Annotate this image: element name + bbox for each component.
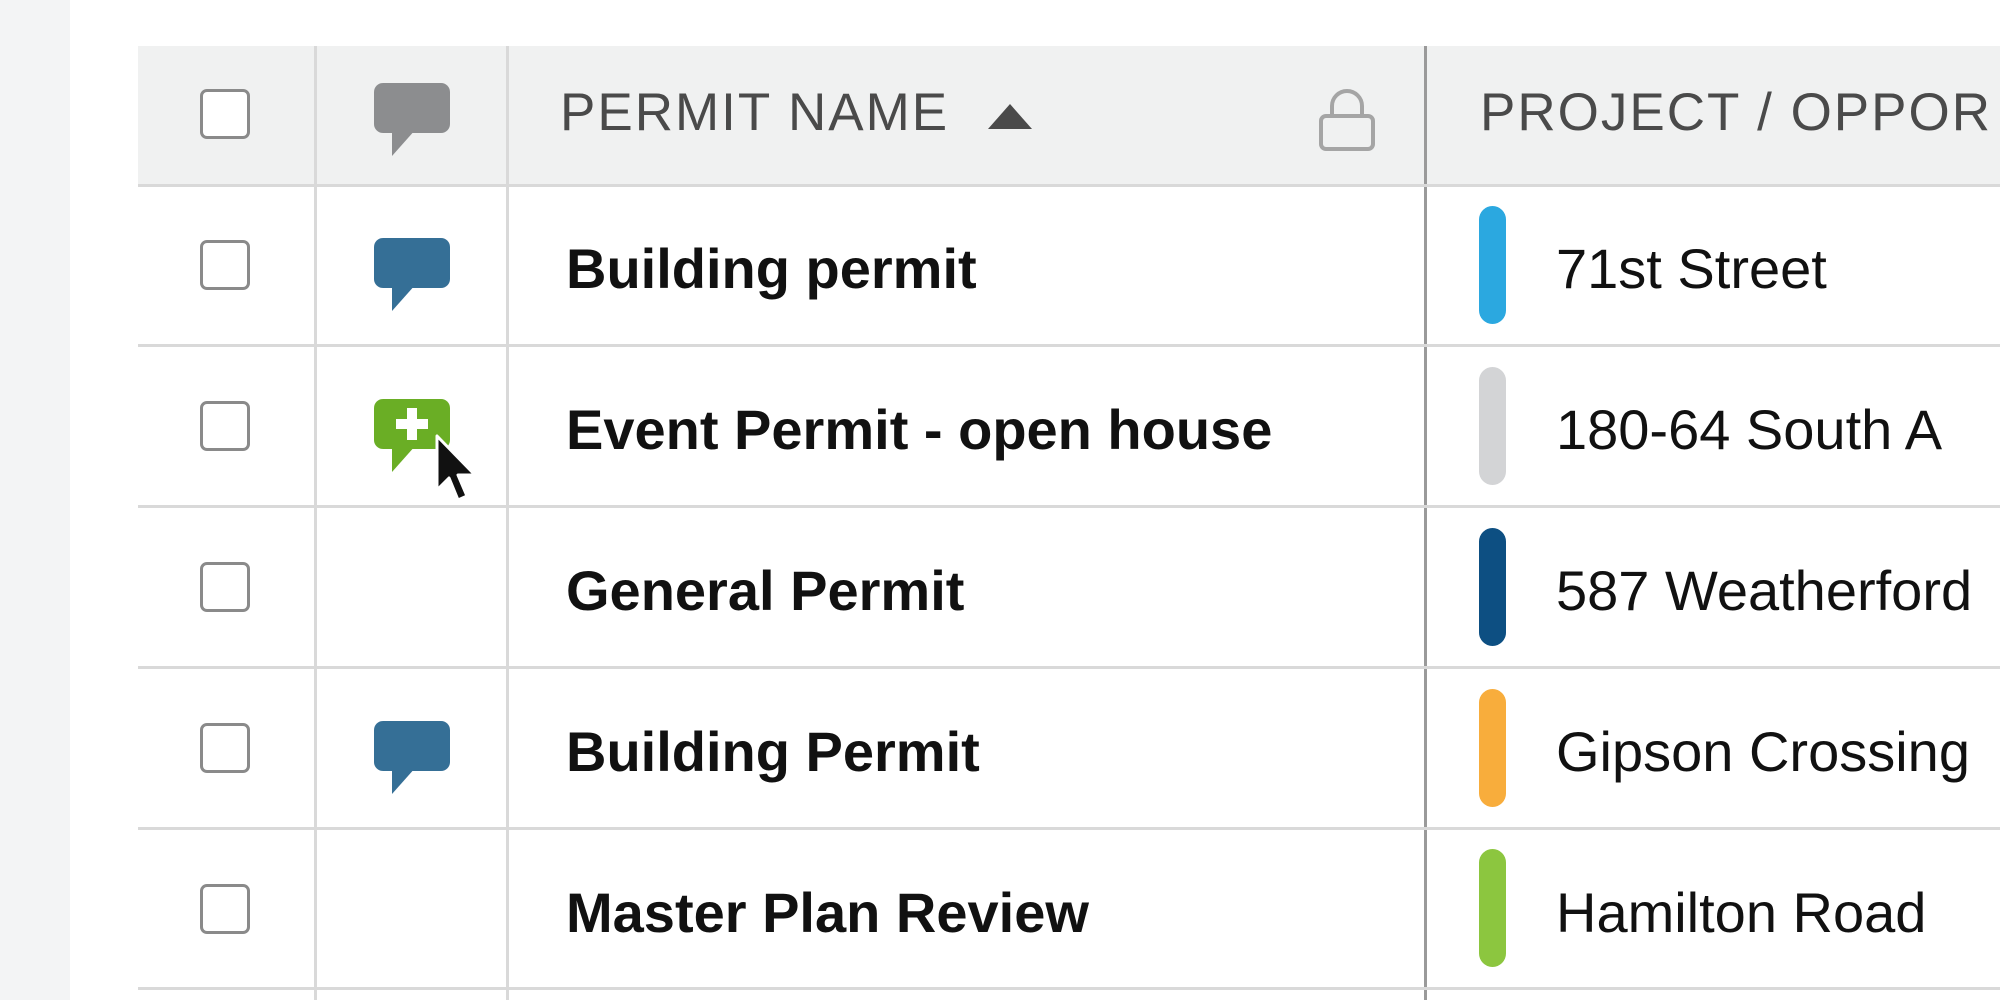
project-name[interactable]: Gipson Crossing: [1556, 719, 1970, 784]
row-divider: [138, 987, 2000, 990]
project-color-tag: [1479, 367, 1506, 485]
sort-ascending-icon[interactable]: [988, 104, 1032, 129]
row-divider: [138, 827, 2000, 830]
row-checkbox[interactable]: [200, 562, 250, 612]
project-color-tag: [1479, 689, 1506, 807]
row-divider: [138, 505, 2000, 508]
project-name[interactable]: 71st Street: [1556, 236, 1827, 301]
row-checkbox[interactable]: [200, 723, 250, 773]
permit-name[interactable]: General Permit: [566, 558, 964, 623]
row-checkbox[interactable]: [200, 884, 250, 934]
comments-column-icon[interactable]: [374, 83, 452, 159]
comment-icon[interactable]: [374, 238, 452, 314]
mouse-cursor-icon: [435, 434, 477, 502]
permits-table: PERMIT NAME PROJECT / OPPOR Building per…: [138, 46, 2000, 1000]
project-name[interactable]: Hamilton Road: [1556, 880, 1926, 945]
row-checkbox[interactable]: [200, 401, 250, 451]
table-header: PERMIT NAME PROJECT / OPPOR: [138, 46, 2000, 184]
comment-icon[interactable]: [374, 721, 452, 797]
permit-name[interactable]: Building permit: [566, 236, 977, 301]
project-color-tag: [1479, 849, 1506, 967]
project-color-tag: [1479, 528, 1506, 646]
column-divider: [506, 46, 509, 1000]
left-sidebar: [0, 0, 70, 1000]
permit-name[interactable]: Event Permit - open house: [566, 397, 1272, 462]
permit-name-column-header[interactable]: PERMIT NAME: [560, 82, 949, 143]
frozen-column-divider: [1424, 46, 1427, 1000]
column-divider: [314, 46, 317, 1000]
project-color-tag: [1479, 206, 1506, 324]
row-divider: [138, 184, 2000, 187]
row-divider: [138, 666, 2000, 669]
project-name[interactable]: 180-64 South A: [1556, 397, 1942, 462]
project-column-header[interactable]: PROJECT / OPPOR: [1480, 82, 1992, 143]
row-checkbox[interactable]: [200, 240, 250, 290]
lock-icon: [1319, 89, 1375, 151]
permit-name[interactable]: Building Permit: [566, 719, 980, 784]
permit-name[interactable]: Master Plan Review: [566, 880, 1089, 945]
row-divider: [138, 344, 2000, 347]
select-all-checkbox[interactable]: [200, 89, 250, 139]
project-name[interactable]: 587 Weatherford: [1556, 558, 1972, 623]
